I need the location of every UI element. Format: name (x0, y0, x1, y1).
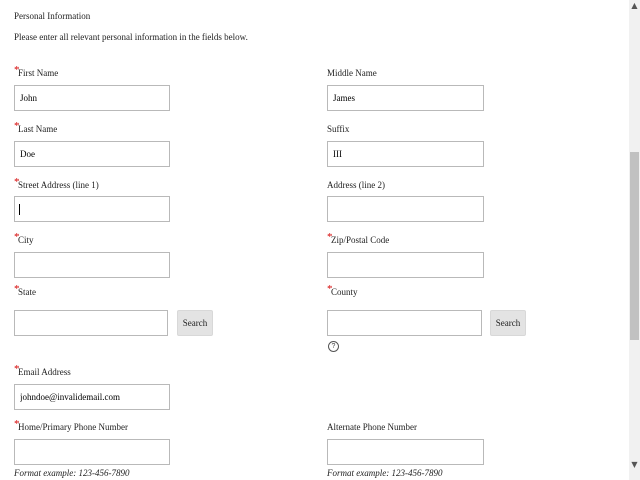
county-input[interactable] (327, 310, 482, 336)
required-marker: * (14, 418, 20, 430)
required-marker: * (14, 283, 20, 295)
email-input[interactable] (14, 384, 170, 410)
street-address-input[interactable] (14, 196, 170, 222)
county-label: * County (327, 283, 358, 297)
alt-phone-input[interactable] (327, 439, 484, 465)
required-marker: * (327, 231, 333, 243)
county-search-button[interactable]: Search (490, 310, 526, 336)
required-marker: * (14, 176, 20, 188)
street-address-label: * Street Address (line 1) (14, 176, 99, 190)
address-line2-input[interactable] (327, 196, 484, 222)
scroll-up-arrow-icon[interactable]: ▲ (629, 0, 640, 11)
alt-phone-label: Alternate Phone Number (327, 422, 417, 432)
scroll-down-arrow-icon[interactable]: ▼ (629, 459, 640, 470)
suffix-input[interactable] (327, 141, 484, 167)
help-icon[interactable]: ? (328, 341, 339, 352)
home-phone-format-hint: Format example: 123-456-7890 (14, 468, 130, 478)
section-title: Personal Information (14, 11, 91, 21)
middle-name-input[interactable] (327, 85, 484, 111)
suffix-label: Suffix (327, 124, 350, 134)
state-search-button[interactable]: Search (177, 310, 213, 336)
section-instructions: Please enter all relevant personal infor… (14, 32, 248, 42)
state-label: * State (14, 283, 36, 297)
required-marker: * (14, 363, 20, 375)
home-phone-label: * Home/Primary Phone Number (14, 418, 128, 432)
last-name-label: * Last Name (14, 120, 58, 134)
city-label: * City (14, 231, 34, 245)
first-name-label: * First Name (14, 64, 59, 78)
required-marker: * (327, 283, 333, 295)
alt-phone-format-hint: Format example: 123-456-7890 (327, 468, 443, 478)
required-marker: * (14, 120, 20, 132)
text-cursor (19, 204, 20, 215)
first-name-input[interactable] (14, 85, 170, 111)
scrollbar-thumb[interactable] (630, 152, 639, 340)
zip-input[interactable] (327, 252, 484, 278)
city-input[interactable] (14, 252, 170, 278)
state-input[interactable] (14, 310, 168, 336)
email-label: * Email Address (14, 363, 71, 377)
last-name-input[interactable] (14, 141, 170, 167)
address-line2-label: Address (line 2) (327, 180, 385, 190)
required-marker: * (14, 231, 20, 243)
zip-label: * Zip/Postal Code (327, 231, 390, 245)
middle-name-label: Middle Name (327, 68, 377, 78)
required-marker: * (14, 64, 20, 76)
home-phone-input[interactable] (14, 439, 170, 465)
